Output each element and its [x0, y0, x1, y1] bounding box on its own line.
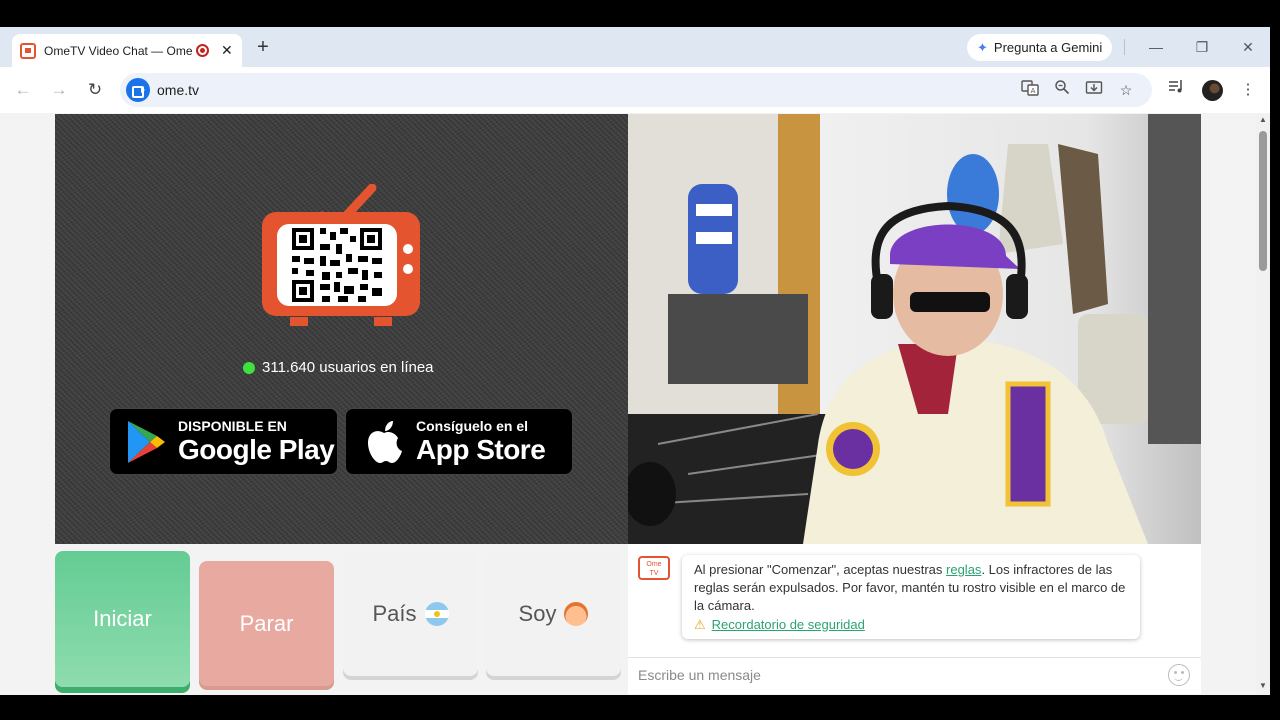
boy-emoji-icon — [564, 601, 589, 626]
translate-icon[interactable]: A — [1019, 79, 1041, 101]
logo-text-ome: Ome — [646, 561, 662, 568]
app-store-button[interactable]: Consíguelo en el App Store — [345, 408, 573, 475]
scroll-down-arrow-icon[interactable]: ▼ — [1258, 681, 1268, 690]
gemini-button[interactable]: ✦ Pregunta a Gemini — [967, 34, 1113, 61]
emoji-picker-icon[interactable] — [1168, 664, 1190, 686]
notice-text-start: Al presionar "Comenzar", aceptas nuestra… — [694, 562, 947, 577]
stop-button[interactable]: Parar — [199, 561, 334, 686]
ometv-logo-icon: Ome TV — [638, 556, 670, 580]
start-label: Iniciar — [93, 606, 152, 631]
install-app-icon[interactable] — [1083, 79, 1105, 101]
app-store-small-text: Consíguelo en el — [416, 417, 529, 434]
argentina-flag-icon — [424, 601, 449, 626]
browser-window: OmeTV Video Chat — Ome ✕ + ✦ Pregunta a … — [0, 27, 1270, 695]
rules-link[interactable]: reglas — [946, 562, 981, 577]
system-notice: Al presionar "Comenzar", aceptas nuestra… — [682, 555, 1140, 639]
google-play-icon — [128, 420, 165, 463]
logo-text-tv: TV — [649, 570, 659, 577]
media-control-icon[interactable] — [1164, 78, 1188, 102]
online-status-dot-icon — [243, 361, 255, 374]
page-content: 311.640 usuarios en línea DISPONIBLE EN … — [0, 113, 1270, 695]
profile-avatar[interactable] — [1202, 80, 1223, 101]
country-label: País — [372, 600, 417, 626]
camera-permission-icon[interactable] — [126, 78, 150, 102]
zoom-icon[interactable] — [1051, 79, 1073, 101]
tab-strip: OmeTV Video Chat — Ome ✕ + ✦ Pregunta a … — [0, 27, 1270, 67]
country-selector-button[interactable]: País — [343, 551, 478, 676]
new-tab-button[interactable]: + — [252, 36, 274, 58]
svg-text:A: A — [1031, 87, 1036, 95]
url-text[interactable]: ome.tv — [157, 82, 199, 98]
gemini-label: Pregunta a Gemini — [993, 40, 1103, 55]
address-bar[interactable]: ome.tv A ☆ — [120, 73, 1152, 107]
close-tab-icon[interactable]: ✕ — [221, 42, 233, 59]
app-store-big-text: App Store — [416, 433, 546, 465]
stop-label: Parar — [239, 610, 294, 636]
forward-arrow-icon[interactable]: → — [47, 78, 71, 102]
bookmark-star-icon[interactable]: ☆ — [1115, 79, 1137, 101]
online-users-count: 311.640 usuarios en línea — [243, 359, 434, 376]
google-play-big-text: Google Play — [178, 433, 335, 465]
tv-qr-logo-icon — [262, 184, 420, 326]
local-camera-video — [628, 114, 1201, 544]
recording-indicator-icon — [196, 44, 209, 57]
chat-controls: Iniciar Parar País Soy — [55, 551, 621, 691]
safety-reminder-link[interactable]: Recordatorio de seguridad — [712, 617, 865, 632]
warning-icon: ⚠ — [694, 617, 706, 632]
back-arrow-icon[interactable]: ← — [11, 78, 35, 102]
tab-title: OmeTV Video Chat — Ome — [44, 43, 193, 58]
promo-panel: 311.640 usuarios en línea DISPONIBLE EN … — [55, 114, 628, 544]
ometv-favicon-icon — [20, 42, 36, 59]
browser-toolbar: ← → ↻ ome.tv A ☆ ⋮ — [0, 67, 1270, 113]
scrollbar-thumb[interactable] — [1259, 131, 1267, 271]
restore-button[interactable]: ❐ — [1190, 35, 1214, 59]
page-scrollbar[interactable]: ▲ ▼ — [1256, 113, 1270, 695]
gender-selector-button[interactable]: Soy — [486, 551, 621, 676]
message-input[interactable] — [628, 658, 1148, 691]
message-input-bar — [628, 657, 1201, 692]
close-window-button[interactable]: ✕ — [1236, 35, 1260, 59]
online-users-text: 311.640 usuarios en línea — [262, 359, 434, 376]
more-menu-icon[interactable]: ⋮ — [1236, 78, 1260, 102]
scroll-up-arrow-icon[interactable]: ▲ — [1258, 115, 1268, 124]
google-play-small-text: DISPONIBLE EN — [178, 417, 287, 434]
camera-feed-image — [628, 114, 1201, 544]
divider — [1124, 39, 1125, 55]
apple-logo-icon — [368, 420, 402, 463]
minimize-button[interactable]: — — [1144, 35, 1168, 59]
start-button[interactable]: Iniciar — [55, 551, 190, 687]
chat-panel: Ome TV Al presionar "Comenzar", aceptas … — [628, 544, 1201, 694]
reload-icon[interactable]: ↻ — [83, 78, 107, 102]
browser-tab-ometv[interactable]: OmeTV Video Chat — Ome ✕ — [12, 34, 242, 67]
gemini-sparkle-icon: ✦ — [977, 39, 988, 55]
soy-label: Soy — [518, 600, 557, 626]
google-play-button[interactable]: DISPONIBLE EN Google Play — [109, 408, 338, 475]
